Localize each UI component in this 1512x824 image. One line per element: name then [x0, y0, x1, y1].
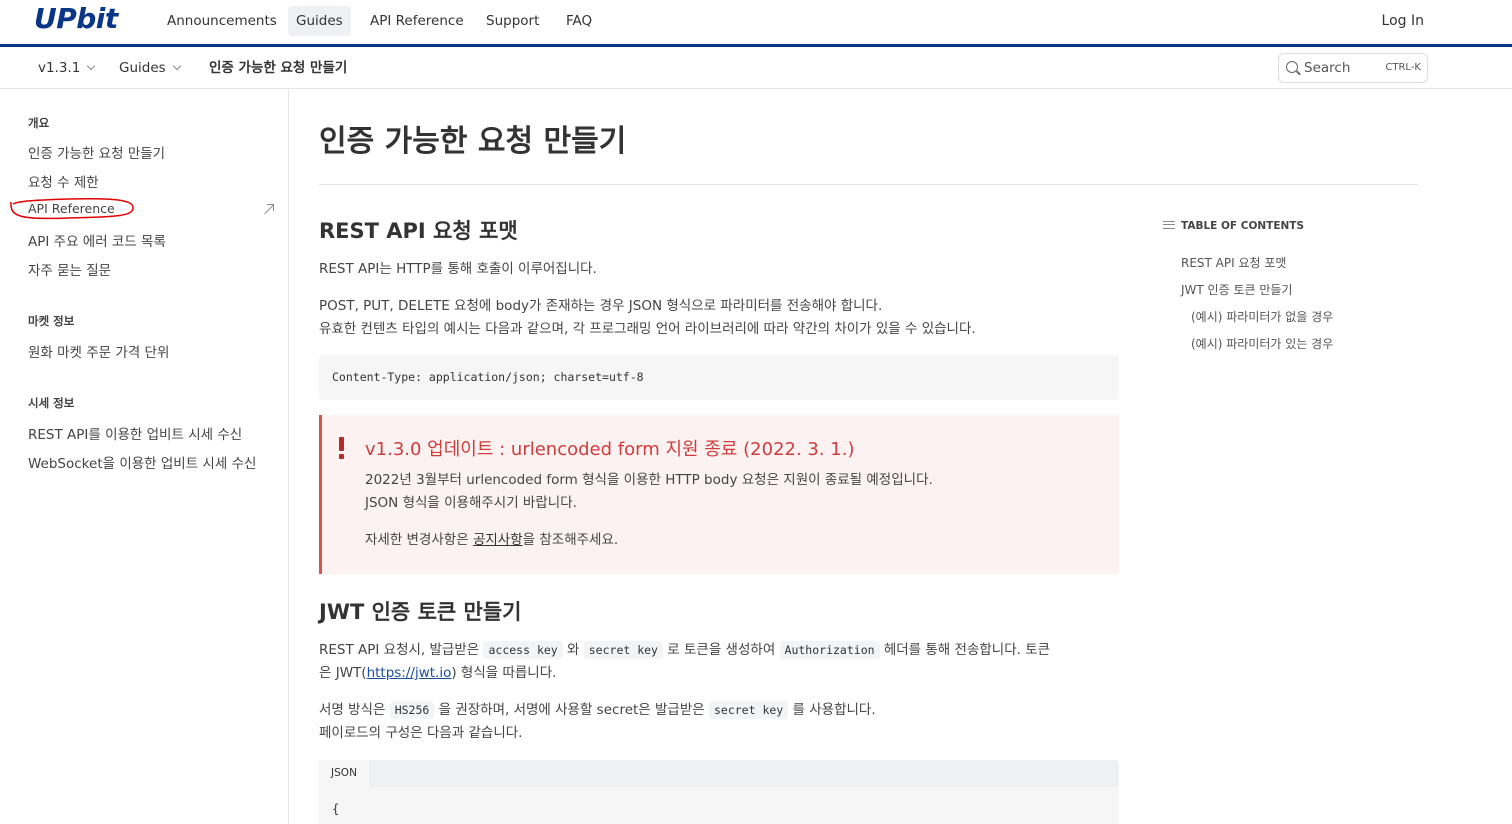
jwt-paragraph-1-line-1: REST API 요청시, 발급받은 access key 와 secret k… — [319, 639, 1050, 662]
section-heading-jwt: JWT 인증 토큰 만들기 — [319, 600, 522, 624]
toc-item-with-params[interactable]: (예시) 파라미터가 있는 경우 — [1191, 335, 1333, 352]
warning-line-1: 2022년 3월부터 urlencoded form 형식을 이용한 HTTP … — [365, 472, 933, 488]
code-secret-key-2: secret key — [708, 701, 789, 719]
sidebar-item-rate-limit[interactable]: 요청 수 제한 — [28, 171, 99, 191]
title-divider — [319, 184, 1418, 185]
jwt-paragraph-1-line-2: 은 JWT(https://jwt.io) 형식을 따릅니다. — [319, 662, 1050, 685]
section-dropdown[interactable]: Guides — [119, 47, 181, 89]
toc-item-no-params[interactable]: (예시) 파라미터가 없을 경우 — [1191, 308, 1333, 325]
search-icon — [1286, 61, 1298, 73]
chevron-down-icon — [87, 61, 96, 71]
text-span: 로 토큰을 생성하여 — [663, 642, 780, 658]
toc-item-jwt[interactable]: JWT 인증 토큰 만들기 — [1181, 281, 1292, 298]
warning-line-3-post: 을 참조해주세요. — [522, 532, 619, 548]
upbit-logo[interactable]: UPbit — [34, 2, 118, 35]
json-open-brace: { — [332, 802, 340, 816]
text-span: ) 형식을 따릅니다. — [451, 665, 557, 681]
sub-navbar: v1.3.1 Guides 인증 가능한 요청 만들기 Search CTRL-… — [0, 47, 1512, 89]
code-tab-bar: JSON — [319, 760, 1119, 787]
code-authorization: Authorization — [779, 641, 880, 659]
search-label: Search — [1304, 60, 1351, 76]
tab-json[interactable]: JSON — [319, 760, 369, 787]
code-secret-key: secret key — [583, 641, 663, 659]
rest-paragraph-1: REST API는 HTTP를 통해 호출이 이루어집니다. — [319, 261, 597, 277]
red-circle-annotation — [10, 197, 134, 220]
page-title: 인증 가능한 요청 만들기 — [319, 124, 627, 159]
login-link[interactable]: Log In — [1382, 6, 1424, 36]
code-access-key: access key — [483, 641, 563, 659]
chevron-down-icon — [172, 61, 181, 71]
rest-paragraph-2-line-1: POST, PUT, DELETE 요청에 body가 존재하는 경우 JSON… — [319, 298, 883, 314]
sidebar-item-websocket-quotation[interactable]: WebSocket을 이용한 업비트 시세 수신 — [28, 452, 256, 472]
nav-announcements[interactable]: Announcements — [159, 6, 285, 36]
text-span: 헤더를 통해 전송합니다. 토큰 — [879, 642, 1051, 658]
text-span: 은 JWT( — [319, 665, 367, 681]
jwt-paragraph-2-line-2: 페이로드의 구성은 다음과 같습니다. — [319, 725, 523, 741]
text-span: 를 사용합니다. — [788, 702, 876, 718]
rest-paragraph-2: POST, PUT, DELETE 요청에 body가 존재하는 경우 JSON… — [319, 295, 976, 341]
section-label: Guides — [119, 60, 166, 76]
breadcrumb-current: 인증 가능한 요청 만들기 — [209, 60, 348, 76]
search-shortcut: CTRL-K — [1385, 62, 1421, 73]
toc-heading: TABLE OF CONTENTS — [1163, 220, 1304, 232]
jwt-io-link[interactable]: https://jwt.io — [367, 665, 452, 681]
toc-item-rest-format[interactable]: REST API 요청 포맷 — [1181, 254, 1286, 271]
text-span: 서명 방식은 — [319, 702, 390, 718]
nav-guides[interactable]: Guides — [288, 6, 351, 36]
sidebar-item-rest-quotation[interactable]: REST API를 이용한 업비트 시세 수신 — [28, 423, 242, 443]
sidebar-heading-overview: 개요 — [28, 116, 50, 130]
sidebar-heading-quotation: 시세 정보 — [28, 396, 75, 410]
list-icon — [1163, 221, 1175, 229]
nav-support[interactable]: Support — [478, 6, 547, 36]
sidebar-item-error-codes[interactable]: API 주요 에러 코드 목록 — [28, 230, 166, 250]
nav-api-reference[interactable]: API Reference — [362, 6, 472, 36]
sidebar-item-auth-request[interactable]: 인증 가능한 요청 만들기 — [28, 142, 165, 162]
search-button[interactable]: Search CTRL-K — [1278, 53, 1428, 83]
rest-paragraph-2-line-2: 유효한 컨텐츠 타입의 예시는 다음과 같으며, 각 프로그래밍 언어 라이브러… — [319, 321, 976, 337]
text-span: 을 권장하며, 서명에 사용할 secret은 발급받은 — [434, 702, 709, 718]
version-label: v1.3.1 — [38, 60, 81, 76]
warning-title: v1.3.0 업데이트 : urlencoded form 지원 종료 (202… — [365, 439, 855, 460]
payload-code-block: JSON { — [319, 760, 1119, 824]
notice-link[interactable]: 공지사항 — [473, 532, 523, 548]
jwt-paragraph-2-line-1: 서명 방식은 HS256 을 권장하며, 서명에 사용할 secret은 발급받… — [319, 699, 876, 722]
external-link-icon — [263, 204, 274, 215]
content-type-code: Content-Type: application/json; charset=… — [332, 370, 644, 384]
warning-callout: v1.3.0 업데이트 : urlencoded form 지원 종료 (202… — [319, 415, 1119, 574]
sidebar: 개요 인증 가능한 요청 만들기 요청 수 제한 API Reference A… — [0, 89, 289, 824]
warning-line-3: 자세한 변경사항은 공지사항을 참조해주세요. — [365, 529, 618, 552]
warning-line-3-pre: 자세한 변경사항은 — [365, 532, 473, 548]
nav-faq[interactable]: FAQ — [558, 6, 600, 36]
text-span: 와 — [562, 642, 584, 658]
section-heading-rest: REST API 요청 포맷 — [319, 219, 518, 243]
code-hs256: HS256 — [389, 701, 435, 719]
top-navbar: UPbit Announcements Guides API Reference… — [0, 0, 1512, 44]
warning-line-2: JSON 형식을 이용해주시기 바랍니다. — [365, 495, 577, 511]
toc-heading-label: TABLE OF CONTENTS — [1181, 220, 1305, 232]
sidebar-item-krw-tick[interactable]: 원화 마켓 주문 가격 단위 — [28, 341, 169, 361]
jwt-paragraph-2: 서명 방식은 HS256 을 권장하며, 서명에 사용할 secret은 발급받… — [319, 699, 876, 745]
exclamation-icon — [336, 437, 346, 459]
sidebar-heading-market: 마켓 정보 — [28, 314, 75, 328]
text-span: REST API 요청시, 발급받은 — [319, 642, 484, 658]
content-type-code-block: Content-Type: application/json; charset=… — [319, 355, 1119, 400]
jwt-paragraph-1: REST API 요청시, 발급받은 access key 와 secret k… — [319, 639, 1050, 685]
version-dropdown[interactable]: v1.3.1 — [38, 47, 96, 89]
sidebar-item-faq[interactable]: 자주 묻는 질문 — [28, 259, 111, 279]
